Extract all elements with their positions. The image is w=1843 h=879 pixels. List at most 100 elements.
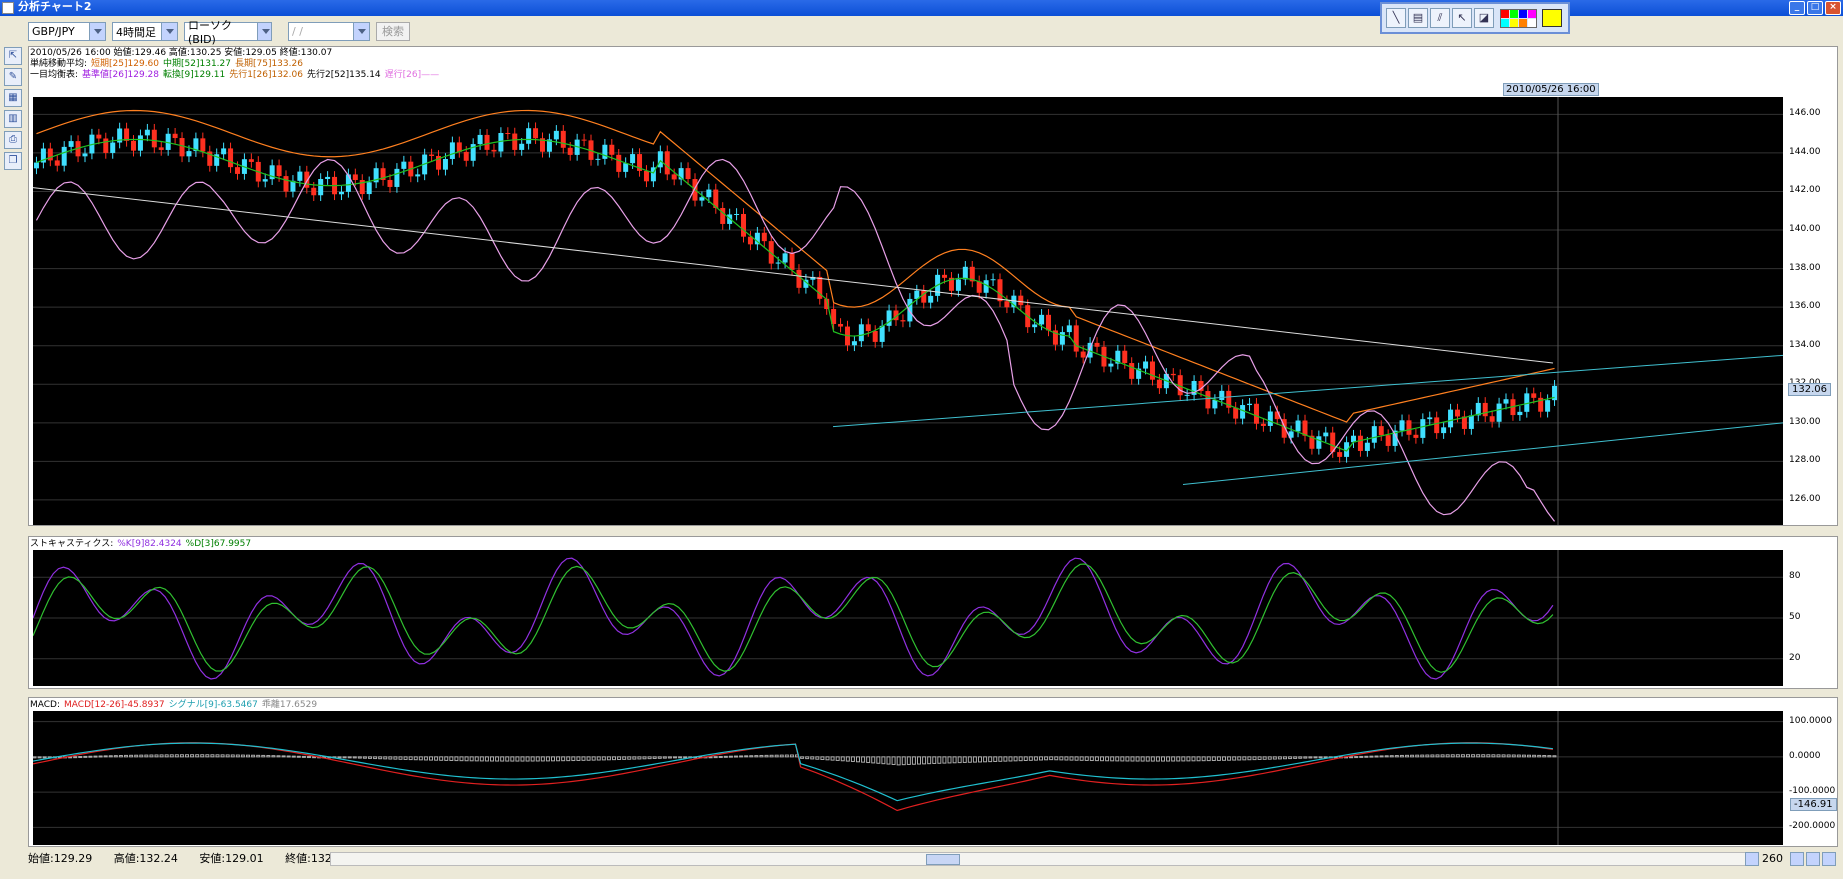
macd-hist-bar (652, 756, 657, 759)
candle-body (720, 207, 726, 224)
candle-body (838, 323, 844, 327)
macd-hist-bar (398, 756, 403, 760)
macd-hist-bar (179, 754, 184, 758)
macd-hist-bar (708, 756, 713, 759)
candle-body (325, 176, 331, 180)
chevron-down-icon[interactable] (89, 23, 105, 40)
macd-hist-bar (1542, 754, 1547, 758)
macd-hist-bar (1374, 755, 1379, 758)
chevron-down-icon[interactable] (256, 23, 271, 40)
macd-hist-bar (1420, 754, 1425, 758)
pen-tool-icon[interactable]: ✎ (4, 68, 22, 86)
macd-hist-bar (1501, 754, 1506, 758)
app-icon (2, 2, 14, 14)
candle-body (179, 138, 185, 157)
candle-body (1454, 409, 1460, 417)
maximize-button[interactable]: □ (1807, 1, 1823, 15)
fibonacci-icon[interactable]: ⫽ (1430, 8, 1450, 28)
macd-hist-bar (195, 754, 200, 758)
candle-body (512, 133, 518, 150)
sma-short: 短期[25]129.60 (91, 59, 160, 69)
scroll-right-button[interactable] (1745, 852, 1759, 866)
macd-hist-bar (906, 756, 911, 765)
candle-body (318, 179, 324, 196)
macd-hist-bar (1054, 756, 1059, 761)
macd-hist-bar (1135, 756, 1140, 762)
close-button[interactable]: × (1825, 1, 1841, 15)
candle-body (1212, 399, 1218, 409)
macd-hist-bar (83, 755, 88, 758)
macd-hist-bar (37, 756, 42, 759)
ichi-senko1: 先行1[26]132.06 (229, 70, 303, 80)
macd-hist-bar (1130, 756, 1135, 762)
candle-body (1337, 452, 1343, 457)
axis-tick-label: -100.0000 (1789, 786, 1836, 797)
candle-body (789, 253, 795, 270)
trendline-icon[interactable]: ╲ (1386, 8, 1406, 28)
stoch-plot[interactable] (33, 550, 1783, 686)
macd-hist-bar (220, 754, 225, 758)
macd-hist-bar (713, 756, 718, 759)
price-plot[interactable] (33, 97, 1783, 525)
chevron-down-icon[interactable] (353, 23, 369, 40)
pair-select[interactable]: GBP/JPY (28, 22, 106, 41)
macd-hist-bar (754, 755, 759, 758)
macd-hist-bar (744, 755, 749, 758)
macd-plot[interactable] (33, 711, 1783, 845)
macd-hist-bar (337, 756, 342, 759)
print-icon[interactable]: ⎙ (4, 131, 22, 149)
candle-body (144, 129, 150, 136)
chart-icon[interactable]: ▦ (4, 89, 22, 107)
macd-hist-bar (1171, 756, 1176, 762)
copy-icon[interactable]: ❐ (4, 152, 22, 170)
chikou-line (35, 158, 1556, 522)
cursor-date-tag: 2010/05/26 16:00 (1503, 83, 1599, 96)
chart-type-select[interactable]: ローソク(BID) (184, 19, 272, 46)
sma-long: 長期[75]133.26 (234, 59, 303, 69)
macd-hist-bar (307, 756, 311, 759)
price-axis: 146.00 144.00 142.00 140.00 138.00 136.00 134.… (1783, 97, 1833, 525)
macd-hist-bar (957, 756, 962, 764)
macd-hist-bar (113, 755, 118, 758)
date-input[interactable]: / / (288, 22, 370, 41)
candle-body (741, 214, 747, 237)
macd-hist-bar (1384, 755, 1389, 758)
bars-down-button[interactable] (1790, 852, 1804, 866)
macd-hist-bar (1084, 756, 1089, 761)
horizontal-scrollbar[interactable] (330, 852, 1750, 866)
minimize-button[interactable]: _ (1789, 1, 1805, 15)
chevron-down-icon[interactable] (161, 23, 177, 40)
macd-hist-bar (291, 755, 296, 758)
macd-hist-bar (510, 756, 515, 762)
cursor-tool-icon[interactable]: ⇱ (4, 47, 22, 65)
current-color-swatch[interactable] (1542, 9, 1562, 27)
candle-body (401, 161, 407, 169)
bars-icon[interactable]: ▥ (4, 110, 22, 128)
color-palette-icon[interactable] (1500, 8, 1537, 28)
interval-select[interactable]: 4時間足 (112, 22, 178, 41)
pointer-icon[interactable]: ↖ (1452, 8, 1472, 28)
macd-hist-bar (749, 755, 754, 758)
candle-body (1482, 402, 1488, 417)
grid-icon[interactable]: ▤ (1408, 8, 1428, 28)
macd-hist-bar (423, 756, 428, 761)
candle-body (1517, 411, 1523, 416)
eraser-icon[interactable]: ◪ (1474, 8, 1494, 28)
candle-body (82, 153, 88, 157)
macd-hist-bar (357, 756, 362, 759)
zoom-out-button[interactable] (1822, 852, 1836, 866)
scroll-thumb[interactable] (926, 854, 960, 865)
candle-body (1073, 325, 1079, 352)
status-high: 高値:132.24 (113, 852, 178, 865)
macd-hist-bar (612, 756, 616, 761)
candle-body (1531, 393, 1537, 398)
search-button[interactable]: 検索 (376, 22, 410, 41)
candle-body (1385, 435, 1391, 446)
macd-hist-bar (464, 756, 469, 762)
candle-body (851, 341, 857, 346)
toolbar: GBP/JPY 4時間足 ローソク(BID) / / 検索 (28, 19, 410, 46)
candle-body (131, 140, 137, 151)
zoom-in-button[interactable] (1806, 852, 1820, 866)
macd-hist-bar (922, 756, 927, 765)
candle-body (1080, 351, 1086, 358)
